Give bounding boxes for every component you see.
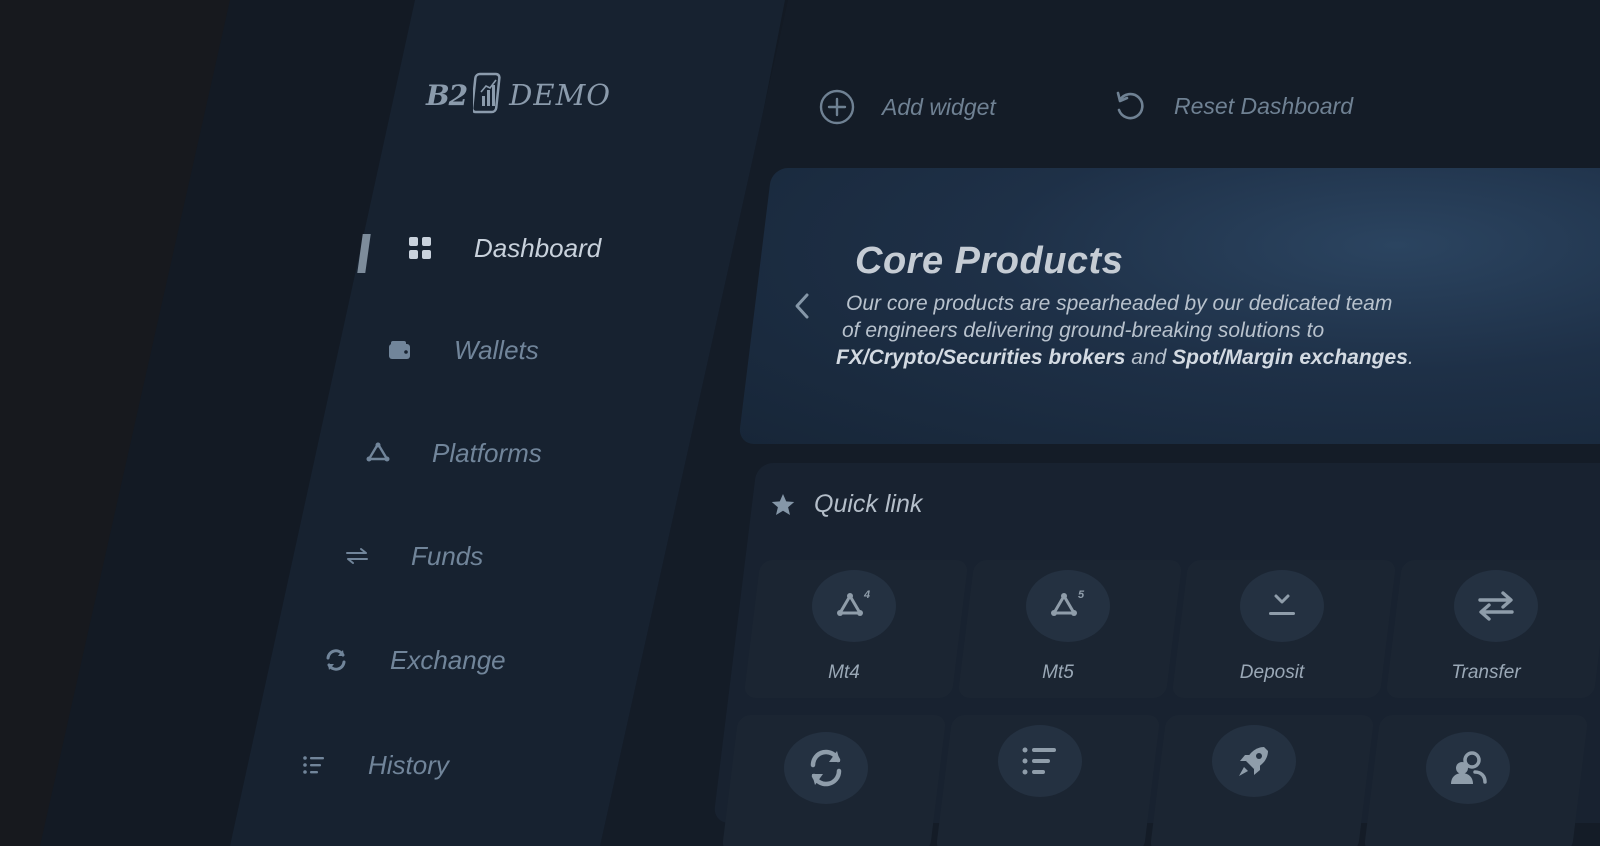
mt5-badge: 5 [1078, 589, 1085, 601]
mt5-icon: 5 [1026, 570, 1110, 642]
list-icon [998, 725, 1082, 797]
arrows-exchange-icon [341, 540, 373, 572]
sidebar-item-label: Funds [411, 540, 484, 571]
banner-end: . [1407, 346, 1414, 369]
mt4-icon: 4 [812, 570, 896, 642]
star-icon [770, 493, 796, 517]
sidebar-item-wallets[interactable]: Wallets [384, 334, 539, 366]
banner-line-1: Our core products are spearheaded by our… [846, 292, 1393, 315]
sidebar-item-label: Dashboard [474, 232, 602, 263]
users-icon [1426, 732, 1510, 804]
sidebar-item-history[interactable]: History [298, 749, 449, 781]
sidebar-item-platforms[interactable]: Platforms [362, 437, 542, 469]
tile-label: Mt5 [1042, 662, 1074, 683]
sidebar-item-exchange[interactable]: Exchange [320, 644, 506, 676]
banner-line-3: FX/Crypto/Securities brokers and Spot/Ma… [836, 346, 1414, 370]
chevron-left-icon[interactable] [792, 291, 812, 326]
logo-b2: B2 [426, 78, 468, 112]
reset-dashboard-label: Reset Dashboard [1174, 92, 1353, 119]
sidebar-item-dashboard[interactable]: Dashboard [404, 232, 601, 264]
sidebar-item-label: Wallets [454, 334, 539, 365]
grid-icon [404, 232, 436, 264]
tile-label: Transfer [1451, 662, 1521, 683]
banner-line-2: of engineers delivering ground-breaking … [842, 319, 1325, 342]
banner-title: Core Products [855, 240, 1124, 282]
list-icon [298, 749, 330, 781]
sidebar-item-label: Platforms [432, 437, 542, 468]
mt4-badge: 4 [863, 589, 870, 601]
plus-circle-icon [818, 88, 856, 126]
reset-icon [1112, 88, 1148, 124]
tile-label: Mt4 [828, 662, 860, 683]
reset-dashboard-button[interactable]: Reset Dashboard [1112, 88, 1353, 124]
app-window: B2 DEMO Dashboard Wallets Platforms Fund… [0, 0, 1600, 846]
quick-link-title: Quick link [814, 490, 923, 518]
tile-label: Deposit [1239, 662, 1305, 683]
platforms-icon [362, 437, 394, 469]
logo-demo: DEMO [509, 78, 612, 112]
quick-link-header: Quick link [770, 490, 922, 519]
sidebar-item-label: Exchange [390, 644, 506, 675]
wallet-icon [384, 334, 416, 366]
banner-bold-2: Spot/Margin exchanges [1172, 346, 1408, 369]
deposit-icon [1240, 570, 1324, 642]
banner-mid: and [1125, 346, 1173, 369]
refresh-icon [784, 732, 868, 804]
logo[interactable]: B2 DEMO [426, 72, 611, 118]
banner-bold-1: FX/Crypto/Securities brokers [836, 346, 1126, 369]
add-widget-button[interactable]: Add widget [818, 88, 996, 126]
add-widget-label: Add widget [882, 93, 996, 120]
transfer-icon [1454, 570, 1538, 642]
rocket-icon [1212, 725, 1296, 797]
sidebar-item-funds[interactable]: Funds [341, 540, 483, 572]
refresh-icon [320, 644, 352, 676]
tablet-chart-icon [471, 72, 503, 118]
sidebar-item-label: History [368, 749, 449, 780]
